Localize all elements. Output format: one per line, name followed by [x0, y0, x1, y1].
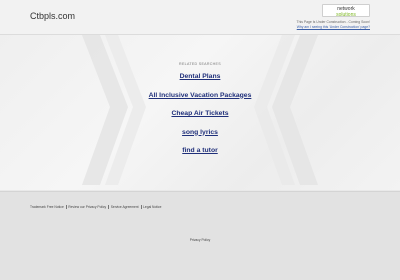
- footer-link-legal-notice[interactable]: Legal Notice: [143, 205, 161, 209]
- privacy-policy-link[interactable]: Privacy Policy: [0, 238, 400, 242]
- footer-link-privacy-review[interactable]: Review our Privacy Policy: [68, 205, 106, 209]
- domain-title: Ctbpls.com: [30, 11, 76, 21]
- notice-text: This Page Is Under Construction - Coming…: [296, 20, 371, 24]
- search-link-vacation-packages[interactable]: All Inclusive Vacation Packages: [0, 92, 400, 111]
- logo-line2: solutions: [336, 12, 356, 18]
- related-searches-label: RELATED SEARCHES: [179, 62, 221, 66]
- footer-separator: [108, 205, 109, 210]
- footer-separator: [65, 205, 67, 210]
- network-solutions-logo[interactable]: network solutions: [322, 4, 370, 18]
- footer-link-trademark[interactable]: Trademark Free Notice: [30, 205, 64, 209]
- search-list: Dental Plans All Inclusive Vacation Pack…: [0, 73, 400, 166]
- notice-link[interactable]: Why am I seeing this 'Under Construction…: [250, 25, 370, 30]
- search-link-air-tickets[interactable]: Cheap Air Tickets: [0, 110, 400, 129]
- footer-links: Trademark Free Notice Review our Privacy …: [30, 205, 161, 210]
- footer-link-service-agreement[interactable]: Service Agreement: [111, 205, 139, 209]
- search-link-find-tutor[interactable]: find a tutor: [0, 147, 400, 166]
- header: Ctbpls.com network solutions This Page I…: [0, 0, 400, 35]
- footer-separator: [140, 205, 142, 210]
- search-link-dental-plans[interactable]: Dental Plans: [0, 73, 400, 92]
- construction-notice: This Page Is Under Construction - Coming…: [250, 20, 371, 30]
- main-content: RELATED SEARCHES Dental Plans All Inclus…: [0, 35, 400, 190]
- footer: Trademark Free Notice Review our Privacy …: [0, 191, 400, 280]
- search-link-song-lyrics[interactable]: song lyrics: [0, 129, 400, 148]
